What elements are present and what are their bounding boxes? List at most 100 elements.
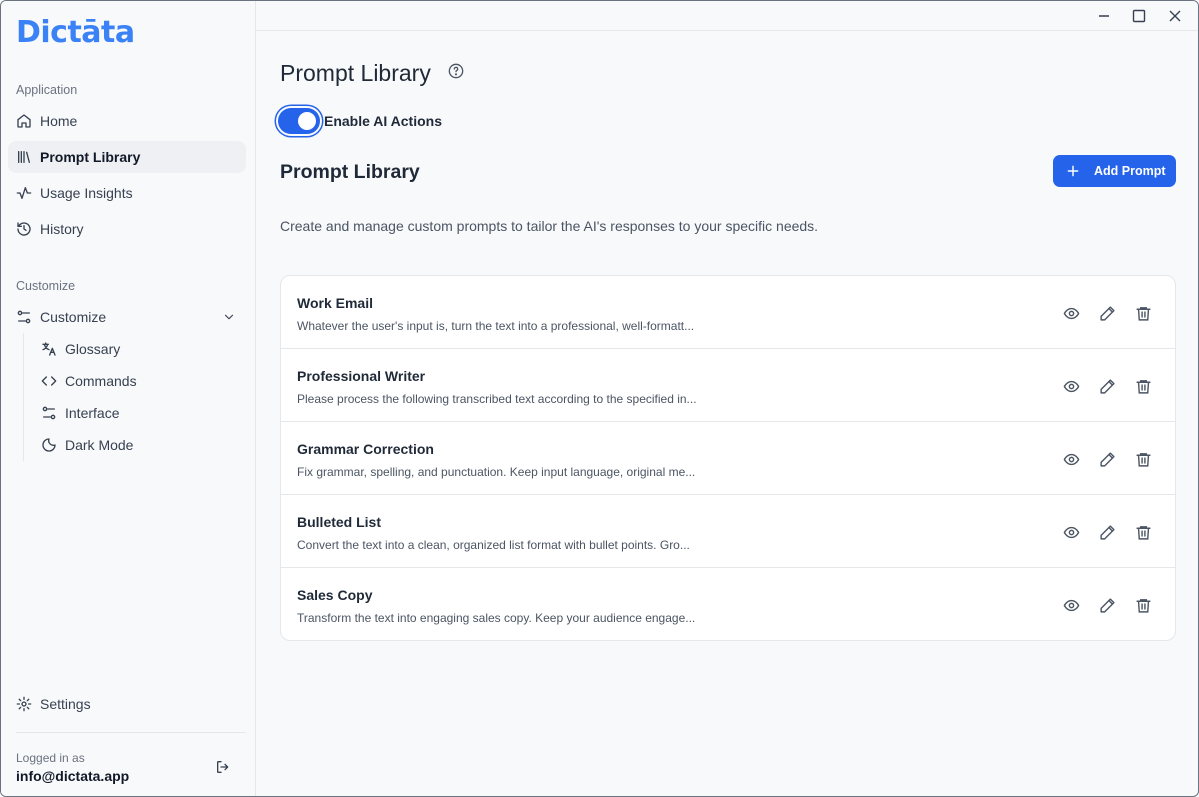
sliders-icon bbox=[41, 405, 57, 421]
translate-icon bbox=[41, 341, 57, 357]
view-button[interactable] bbox=[1062, 304, 1080, 322]
section-label-customize: Customize bbox=[16, 279, 76, 293]
sidebar-item-label: History bbox=[40, 221, 84, 237]
prompt-preview: Transform the text into engaging sales c… bbox=[297, 611, 696, 625]
prompt-title: Work Email bbox=[297, 295, 373, 311]
sidebar-item-commands[interactable]: Commands bbox=[33, 365, 245, 397]
sidebar-item-home[interactable]: Home bbox=[8, 105, 246, 137]
list-item[interactable]: Professional Writer Please process the f… bbox=[281, 349, 1175, 422]
edit-button[interactable] bbox=[1098, 304, 1116, 322]
view-button[interactable] bbox=[1062, 450, 1080, 468]
list-item[interactable]: Bulleted List Convert the text into a cl… bbox=[281, 495, 1175, 568]
pencil-icon bbox=[1099, 305, 1115, 321]
sidebar-item-label: Prompt Library bbox=[40, 149, 141, 165]
sidebar-item-label: Dark Mode bbox=[65, 437, 134, 453]
view-button[interactable] bbox=[1062, 596, 1080, 614]
sidebar-item-settings[interactable]: Settings bbox=[8, 688, 246, 720]
edit-button[interactable] bbox=[1098, 450, 1116, 468]
list-item[interactable]: Sales Copy Transform the text into engag… bbox=[281, 568, 1175, 640]
section-label-application: Application bbox=[16, 83, 78, 97]
activity-icon bbox=[16, 185, 32, 201]
sidebar-item-glossary[interactable]: Glossary bbox=[33, 333, 245, 365]
main-content: Prompt Library Enable AI Actions Prompt … bbox=[256, 32, 1198, 796]
sliders-icon bbox=[16, 309, 32, 325]
trash-icon bbox=[1135, 306, 1151, 321]
plus-icon bbox=[1067, 165, 1079, 177]
page-description: Create and manage custom prompts to tail… bbox=[280, 218, 819, 234]
page-title: Prompt Library bbox=[280, 60, 431, 86]
logged-in-label: Logged in as bbox=[16, 751, 85, 765]
enable-ai-actions-toggle[interactable] bbox=[278, 108, 320, 134]
pencil-icon bbox=[1099, 451, 1115, 467]
trash-icon bbox=[1135, 452, 1151, 467]
edit-button[interactable] bbox=[1098, 596, 1116, 614]
title-bar bbox=[256, 1, 1198, 31]
minimize-icon bbox=[1099, 15, 1109, 17]
sidebar-item-label: Glossary bbox=[65, 341, 121, 357]
account-email: info@dictata.app bbox=[16, 768, 130, 784]
sidebar-item-prompt-library[interactable]: Prompt Library bbox=[8, 141, 246, 173]
history-icon bbox=[16, 221, 32, 237]
maximize-icon bbox=[1132, 9, 1146, 23]
trash-icon bbox=[1135, 598, 1151, 613]
list-item[interactable]: Work Email Whatever the user's input is,… bbox=[281, 276, 1175, 349]
app-logo: Dictāta bbox=[16, 15, 135, 50]
pencil-icon bbox=[1099, 597, 1115, 613]
prompt-title: Grammar Correction bbox=[297, 441, 434, 457]
sidebar-item-label: Settings bbox=[40, 696, 91, 712]
section-title: Prompt Library bbox=[280, 161, 420, 183]
prompt-title: Bulleted List bbox=[297, 514, 382, 530]
eye-icon bbox=[1063, 380, 1079, 392]
sidebar-item-usage-insights[interactable]: Usage Insights bbox=[8, 177, 246, 209]
delete-button[interactable] bbox=[1134, 304, 1152, 322]
prompt-title: Sales Copy bbox=[297, 587, 373, 603]
pencil-icon bbox=[1099, 524, 1115, 540]
sidebar-item-label: Usage Insights bbox=[40, 185, 133, 201]
subnav-line bbox=[23, 333, 24, 461]
chevron-down-icon[interactable] bbox=[222, 310, 236, 324]
delete-button[interactable] bbox=[1134, 450, 1152, 468]
sidebar-divider bbox=[16, 732, 246, 733]
toggle-label: Enable AI Actions bbox=[324, 113, 442, 129]
sidebar-item-interface[interactable]: Interface bbox=[33, 397, 245, 429]
delete-button[interactable] bbox=[1134, 596, 1152, 614]
library-icon bbox=[16, 149, 32, 165]
sidebar-item-customize[interactable]: Customize bbox=[8, 301, 246, 333]
sidebar-item-label: Commands bbox=[65, 373, 137, 389]
sidebar-item-dark-mode[interactable]: Dark Mode bbox=[33, 429, 245, 461]
delete-button[interactable] bbox=[1134, 377, 1152, 395]
minimize-button[interactable] bbox=[1095, 7, 1113, 25]
prompt-preview: Whatever the user's input is, turn the t… bbox=[297, 319, 695, 333]
eye-icon bbox=[1063, 453, 1079, 465]
moon-icon bbox=[41, 437, 57, 453]
code-icon bbox=[41, 373, 57, 389]
prompt-preview: Convert the text into a clean, organized… bbox=[297, 538, 690, 552]
toggle-knob bbox=[298, 112, 316, 130]
sidebar-item-label: Home bbox=[40, 113, 78, 129]
close-icon bbox=[1169, 10, 1181, 22]
logout-icon[interactable] bbox=[215, 759, 231, 775]
trash-icon bbox=[1135, 525, 1151, 540]
close-button[interactable] bbox=[1166, 7, 1184, 25]
sidebar-item-label: Interface bbox=[65, 405, 120, 421]
maximize-button[interactable] bbox=[1130, 7, 1148, 25]
prompt-preview: Fix grammar, spelling, and punctuation. … bbox=[297, 465, 696, 479]
trash-icon bbox=[1135, 379, 1151, 394]
sidebar: Dictāta Application Home Prompt Library … bbox=[1, 1, 256, 796]
edit-button[interactable] bbox=[1098, 377, 1116, 395]
app-window: Dictāta Application Home Prompt Library … bbox=[0, 0, 1199, 797]
eye-icon bbox=[1063, 307, 1079, 319]
edit-button[interactable] bbox=[1098, 523, 1116, 541]
view-button[interactable] bbox=[1062, 523, 1080, 541]
list-item[interactable]: Grammar Correction Fix grammar, spelling… bbox=[281, 422, 1175, 495]
sidebar-item-history[interactable]: History bbox=[8, 213, 246, 245]
add-prompt-label: Add Prompt bbox=[1094, 164, 1166, 178]
prompt-preview: Please process the following transcribed… bbox=[297, 392, 697, 406]
delete-button[interactable] bbox=[1134, 523, 1152, 541]
help-circle-icon[interactable] bbox=[448, 63, 464, 79]
gear-icon bbox=[16, 696, 32, 712]
eye-icon bbox=[1063, 526, 1079, 538]
add-prompt-button[interactable]: Add Prompt bbox=[1053, 155, 1176, 187]
home-icon bbox=[16, 113, 32, 129]
view-button[interactable] bbox=[1062, 377, 1080, 395]
